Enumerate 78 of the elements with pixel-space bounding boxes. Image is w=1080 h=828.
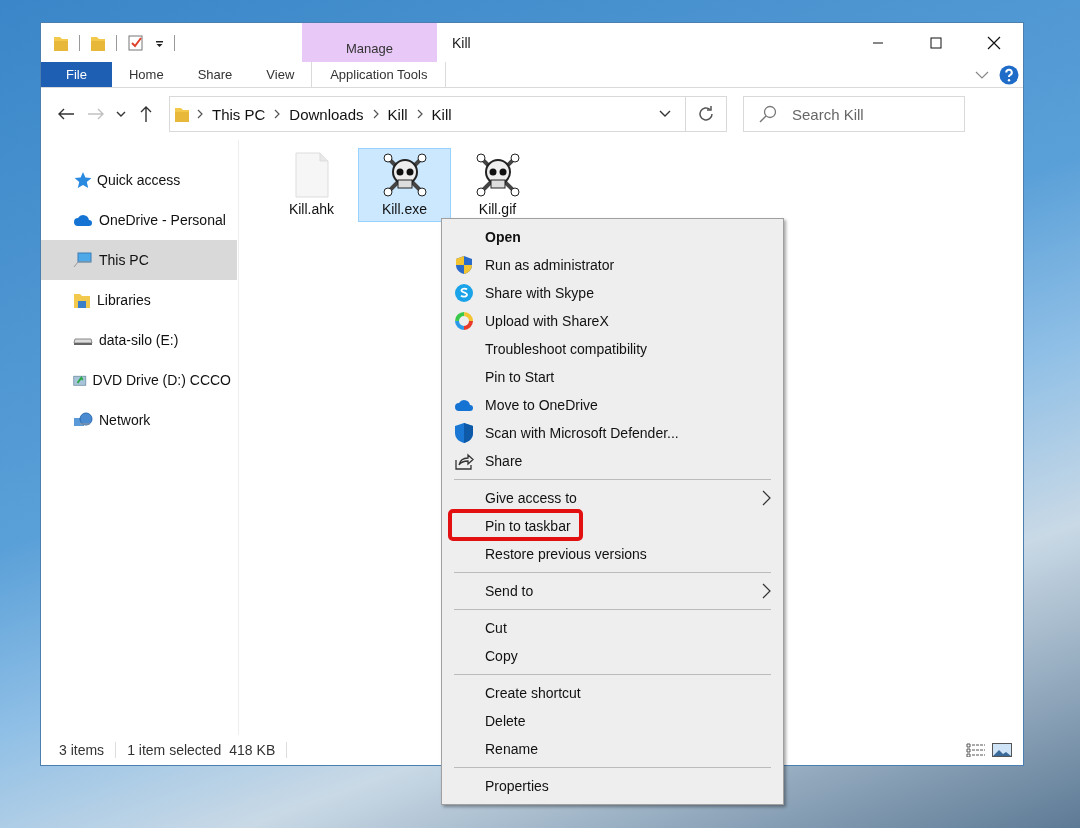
refresh-icon[interactable] [697, 105, 715, 123]
file-menu-button[interactable]: File [41, 62, 112, 87]
sidebar-item[interactable]: Quick access [41, 160, 237, 200]
shield-icon [455, 255, 473, 275]
close-icon[interactable] [987, 35, 1001, 50]
menu-item[interactable]: Give access to [442, 484, 783, 512]
sidebar-item[interactable]: data-silo (E:) [41, 320, 237, 360]
chevron-right-icon [762, 490, 771, 506]
letter-s-circle-icon [454, 283, 474, 303]
details-view-icon[interactable] [966, 743, 986, 757]
menu-item[interactable]: Cut [442, 614, 783, 642]
sidebar-item[interactable]: Libraries [41, 280, 237, 320]
share-icon [454, 452, 474, 470]
cloud-icon [454, 398, 474, 412]
item-count: 3 items [58, 742, 106, 758]
breadcrumb-item[interactable]: This PC [210, 105, 268, 123]
chevron-down-icon[interactable] [659, 110, 671, 118]
maximize-icon[interactable] [930, 36, 942, 49]
ribbon-tab[interactable]: Application Tools [311, 62, 447, 87]
menu-item[interactable]: Run as administrator [442, 251, 783, 279]
breadcrumb-item[interactable]: Kill [429, 105, 454, 123]
back-arrow-icon[interactable] [57, 107, 75, 121]
ribbon-tab[interactable]: Home [111, 62, 181, 87]
search-icon [759, 105, 777, 123]
breadcrumb-item[interactable]: Kill [385, 105, 410, 123]
menu-item[interactable]: Move to OneDrive [442, 391, 783, 419]
library-folder-icon [73, 291, 91, 309]
menu-item[interactable]: Share with Skype [442, 279, 783, 307]
breadcrumb-item[interactable]: Downloads [287, 105, 366, 123]
picture-icon[interactable] [992, 743, 1012, 757]
chevron-right-icon [415, 108, 424, 120]
menu-item[interactable]: Create shortcut [442, 679, 783, 707]
ribbon-tab[interactable]: Share [180, 62, 250, 87]
menu-item[interactable]: Properties [442, 772, 783, 800]
menu-item[interactable]: Upload with ShareX [442, 307, 783, 335]
selection-count: 1 item selected [115, 742, 226, 758]
address-field[interactable]: This PC Downloads Kill Kill [169, 96, 727, 132]
menu-item[interactable]: Copy [442, 642, 783, 670]
menu-item[interactable]: Restore previous versions [442, 540, 783, 568]
menu-item[interactable]: Delete [442, 707, 783, 735]
checklist-icon[interactable] [127, 33, 145, 52]
shield-icon [454, 422, 474, 444]
chevron-right-icon [762, 583, 771, 599]
chevron-right-icon [196, 108, 204, 120]
menu-item[interactable]: Scan with Microsoft Defender... [442, 419, 783, 447]
star-icon [73, 171, 91, 189]
computer-icon [73, 252, 93, 268]
ribbon-tab[interactable]: View [249, 62, 312, 87]
help-icon[interactable] [999, 64, 1019, 85]
menu-item[interactable]: Troubleshoot compatibility [442, 335, 783, 363]
up-arrow-icon[interactable] [139, 105, 153, 123]
selection-size: 418 KB [225, 742, 288, 758]
search-field[interactable]: Search Kill [743, 96, 965, 132]
sidebar-item[interactable]: Network [41, 400, 237, 440]
chevron-right-icon [273, 108, 282, 120]
window-title: Kill [452, 34, 472, 51]
ring-icon [454, 311, 474, 331]
chevron-down-icon[interactable] [116, 110, 126, 118]
document-icon [294, 152, 329, 198]
menu-item[interactable]: Send to [442, 577, 783, 605]
contextual-tab-group: Manage [302, 23, 437, 62]
skull-crossbones-icon [381, 152, 428, 198]
sidebar-item[interactable]: DVD Drive (D:) CCCO [41, 360, 237, 400]
folder-icon [174, 105, 190, 123]
menu-item[interactable]: Share [442, 447, 783, 475]
cloud-icon [73, 213, 93, 227]
menu-item[interactable]: Pin to taskbar [442, 512, 783, 540]
file-item[interactable]: Kill.exe [358, 148, 451, 222]
network-icon [73, 411, 93, 429]
skull-crossbones-icon [474, 152, 521, 198]
chevron-right-icon [371, 108, 380, 120]
sidebar-item[interactable]: OneDrive - Personal [41, 200, 237, 240]
sidebar-item[interactable]: This PC [41, 240, 237, 280]
menu-item[interactable]: Open [442, 223, 783, 251]
file-item[interactable]: Kill.ahk [265, 148, 358, 222]
menu-item[interactable]: Pin to Start [442, 363, 783, 391]
file-item[interactable]: Kill.gif [451, 148, 544, 222]
menu-item[interactable]: Rename [442, 735, 783, 763]
